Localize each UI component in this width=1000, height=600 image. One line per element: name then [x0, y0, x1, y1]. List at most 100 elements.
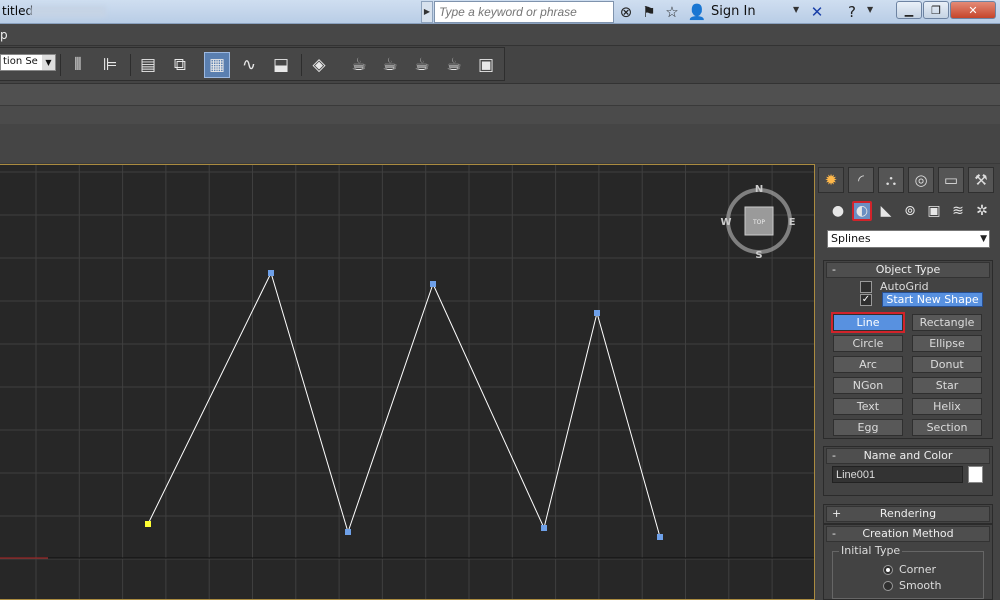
donut-button[interactable]: Donut — [912, 356, 982, 373]
rendered-frame-window-icon[interactable]: ☕ — [377, 52, 403, 78]
star-icon[interactable]: ☆ — [663, 3, 681, 21]
egg-button[interactable]: Egg — [833, 419, 903, 436]
text-button[interactable]: Text — [833, 398, 903, 415]
rollout-title: Creation Method — [862, 527, 954, 540]
smooth-radio[interactable] — [883, 581, 893, 591]
render-production-icon[interactable]: ☕ — [409, 52, 435, 78]
name-and-color-rollout-header[interactable]: - Name and Color — [826, 448, 990, 464]
exchange-icon[interactable]: ✕ — [808, 3, 826, 21]
expand-icon[interactable]: + — [832, 507, 841, 521]
helpers-category-icon[interactable]: ▣ — [924, 201, 944, 221]
collapse-icon[interactable]: - — [832, 263, 836, 277]
spline-vertex — [657, 534, 663, 540]
toolbar-divider — [60, 54, 61, 76]
search-expand-button[interactable]: ▶ — [421, 1, 433, 23]
initial-type-label: Initial Type — [839, 544, 903, 557]
geometry-category-icon[interactable]: ● — [828, 201, 848, 221]
spline-vertex — [345, 529, 351, 535]
object-subtype-dropdown[interactable]: Splines ▼ — [827, 230, 990, 248]
help-chevron-down-icon[interactable]: ▼ — [867, 5, 873, 14]
helix-button[interactable]: Helix — [912, 398, 982, 415]
spline-vertex — [594, 310, 600, 316]
lights-category-icon[interactable]: ◣ — [876, 201, 896, 221]
viewcube[interactable]: TOP N S E W — [720, 184, 795, 261]
material-editor-icon[interactable]: ◈ — [306, 52, 332, 78]
viewport-canvas[interactable]: TOP N S E W — [0, 165, 815, 600]
start-new-shape-checkbox[interactable]: ✓ — [860, 294, 872, 306]
rectangle-button[interactable]: Rectangle — [912, 314, 982, 331]
viewcube-south-label: S — [755, 250, 762, 261]
start-new-shape-button[interactable]: Start New Shape — [882, 292, 983, 307]
scene-explorer-icon[interactable]: ▦ — [204, 52, 230, 78]
blurred-title-part — [30, 6, 106, 17]
name-and-color-rollout: - Name and Color — [823, 446, 993, 496]
collapse-icon[interactable]: - — [832, 527, 836, 541]
mirror-icon[interactable]: ⫴ — [65, 52, 91, 78]
window-title: titled — [2, 4, 34, 18]
user-icon: 👤 — [687, 3, 707, 21]
render-setup-icon[interactable]: ☕ — [346, 52, 372, 78]
menu-item-help[interactable]: p — [0, 28, 8, 42]
search-input[interactable] — [434, 1, 614, 23]
toolbar-group: tion Se ▼ ⫴ ⊫ ▤ ⧉ ▦ ∿ ⬓ ◈ ☕ ☕ ☕ ☕ ▣ — [0, 47, 505, 81]
rendering-rollout: + Rendering — [823, 504, 993, 524]
display-tab-icon[interactable]: ▭ — [938, 167, 964, 193]
object-name-field[interactable] — [832, 466, 963, 483]
chevron-down-icon[interactable]: ▼ — [980, 231, 987, 247]
toolbar-divider — [130, 54, 131, 76]
cameras-category-icon[interactable]: ⊚ — [900, 201, 920, 221]
ribbon-panel — [0, 124, 1000, 164]
motion-tab-icon[interactable]: ◎ — [908, 167, 934, 193]
spline-first-vertex — [145, 521, 151, 527]
align-icon[interactable]: ⊫ — [97, 52, 123, 78]
arc-button[interactable]: Arc — [833, 356, 903, 373]
ellipse-button[interactable]: Ellipse — [912, 335, 982, 352]
toolbar-divider — [301, 54, 302, 76]
menu-bar: p — [0, 24, 1000, 46]
autogrid-checkbox[interactable] — [860, 281, 872, 293]
ngon-button[interactable]: NGon — [833, 377, 903, 394]
section-button[interactable]: Section — [912, 419, 982, 436]
subscription-icon[interactable]: ⚑ — [640, 3, 658, 21]
top-viewport[interactable]: TOP N S E W — [0, 164, 815, 600]
hierarchy-tab-icon[interactable]: ⛬ — [878, 167, 904, 193]
viewcube-north-label: N — [755, 184, 763, 195]
creation-method-rollout-header[interactable]: - Creation Method — [826, 526, 990, 542]
named-selection-set-dropdown[interactable]: tion Se ▼ — [0, 54, 56, 71]
object-color-swatch[interactable] — [968, 466, 983, 483]
modify-tab-icon[interactable]: ◜ — [848, 167, 874, 193]
render-iterative-icon[interactable]: ☕ — [441, 52, 467, 78]
corner-radio[interactable] — [883, 565, 893, 575]
chevron-down-icon[interactable]: ▼ — [793, 5, 799, 14]
rollout-title: Name and Color — [863, 449, 953, 462]
layer-manager-icon[interactable]: ▤ — [135, 52, 161, 78]
create-tab-icon[interactable]: ✹ — [818, 167, 844, 193]
utilities-tab-icon[interactable]: ⚒ — [968, 167, 994, 193]
curve-editor-icon[interactable]: ∿ — [236, 52, 262, 78]
viewcube-east-label: E — [789, 217, 796, 228]
graphite-tools-icon[interactable]: ⧉ — [167, 52, 193, 78]
max-window: titled ▶ ⊗ ⚑ ☆ 👤 Sign In ▼ ✕ ? ▼ ▁ ❐ ✕ p… — [0, 0, 1000, 600]
object-type-rollout-header[interactable]: - Object Type — [826, 262, 990, 278]
title-bar: titled ▶ ⊗ ⚑ ☆ 👤 Sign In ▼ ✕ ? ▼ ▁ ❐ ✕ — [0, 0, 1000, 24]
creation-method-rollout: - Creation Method Initial Type Corner Sm… — [823, 524, 993, 600]
minimize-button[interactable]: ▁ — [896, 1, 922, 19]
space-warps-category-icon[interactable]: ≋ — [948, 201, 968, 221]
close-button[interactable]: ✕ — [950, 1, 996, 19]
selection-set-value: tion Se — [3, 56, 38, 67]
chevron-down-icon[interactable]: ▼ — [42, 55, 55, 70]
line-button[interactable]: Line — [831, 312, 905, 333]
binoculars-icon[interactable]: ⊗ — [617, 3, 635, 21]
help-icon[interactable]: ? — [843, 3, 861, 21]
rendering-rollout-header[interactable]: + Rendering — [826, 506, 990, 522]
star-button[interactable]: Star — [912, 377, 982, 394]
activeshade-icon[interactable]: ▣ — [473, 52, 499, 78]
circle-button[interactable]: Circle — [833, 335, 903, 352]
shapes-category-icon[interactable]: ◐ — [852, 201, 872, 221]
systems-category-icon[interactable]: ✲ — [972, 201, 992, 221]
restore-button[interactable]: ❐ — [923, 1, 949, 19]
sign-in-button[interactable]: Sign In — [711, 4, 756, 19]
collapse-icon[interactable]: - — [832, 449, 836, 463]
rollout-title: Object Type — [875, 263, 941, 276]
schematic-view-icon[interactable]: ⬓ — [268, 52, 294, 78]
